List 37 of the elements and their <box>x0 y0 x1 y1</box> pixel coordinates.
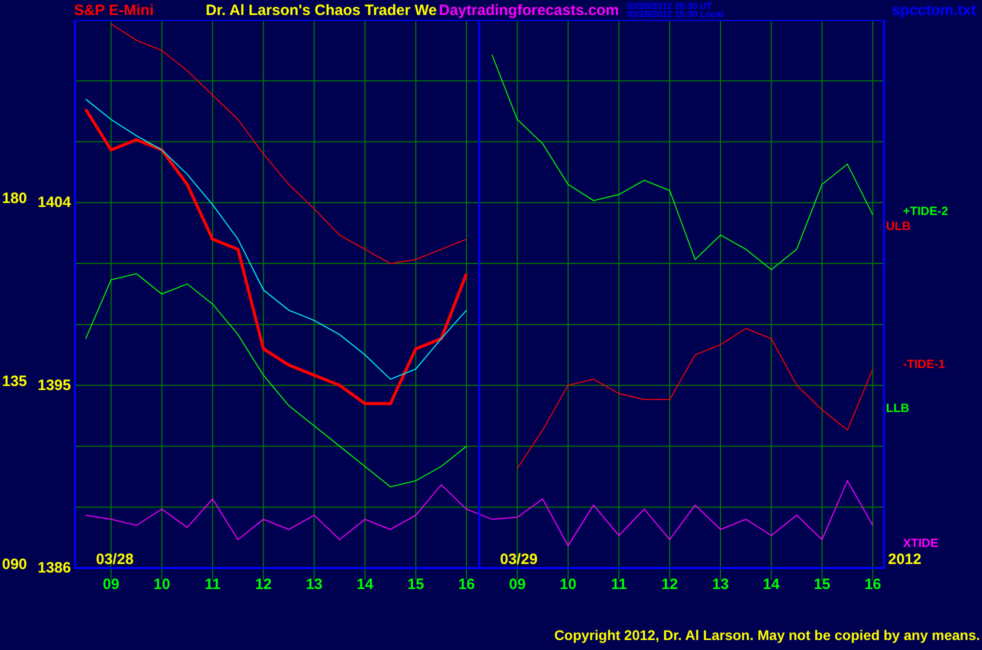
legend-label: XTIDE <box>903 536 938 550</box>
x-tick-label: 11 <box>204 576 221 593</box>
x-tick-label: 11 <box>610 576 627 593</box>
x-tick-label: 10 <box>154 576 170 593</box>
y-tick-label: 1395 <box>38 376 71 394</box>
date-label: 03/29 <box>500 551 538 568</box>
x-tick-label: 12 <box>255 576 272 593</box>
timestamp: 03/28/2012 20:30 UT <box>626 2 712 10</box>
x-tick-label: 12 <box>661 576 678 593</box>
scale-label: 135 <box>2 373 28 390</box>
copyright-text: Copyright 2012, Dr. Al Larson. May not be copied by any means. <box>554 627 980 643</box>
legend-label: LLB <box>886 401 910 415</box>
x-tick-label: 14 <box>762 576 780 593</box>
legend-label: -TIDE-1 <box>903 357 945 371</box>
x-tick-label: 13 <box>712 576 729 593</box>
date-label: 03/28 <box>96 551 134 568</box>
site-name: Daytradingforecasts.com <box>438 2 619 18</box>
page-title: Dr. Al Larson's Chaos Trader We <box>206 2 437 18</box>
symbol-title: S&P E-Mini <box>74 2 154 18</box>
timestamp: 03/28/2012 15:30 Local <box>626 10 724 18</box>
y-tick-label: 1386 <box>38 560 71 576</box>
x-tick-label: 09 <box>509 576 526 593</box>
scale-label: 090 <box>2 556 28 573</box>
x-tick-label: 16 <box>864 576 882 593</box>
scale-label: 180 <box>2 190 28 207</box>
legend-label: +TIDE-2 <box>903 204 948 218</box>
x-tick-label: 15 <box>407 576 424 593</box>
x-tick-label: 15 <box>814 576 830 593</box>
file-name: spcctom.txt <box>892 2 976 18</box>
x-tick-label: 10 <box>560 576 576 593</box>
x-tick-label: 16 <box>458 576 475 593</box>
x-tick-label: 14 <box>356 576 374 593</box>
x-tick-label: 09 <box>102 576 120 593</box>
date-label: 2012 <box>888 551 922 568</box>
legend-label: ULB <box>886 219 911 233</box>
y-tick-label: 1404 <box>38 194 71 212</box>
x-tick-label: 13 <box>306 576 323 593</box>
